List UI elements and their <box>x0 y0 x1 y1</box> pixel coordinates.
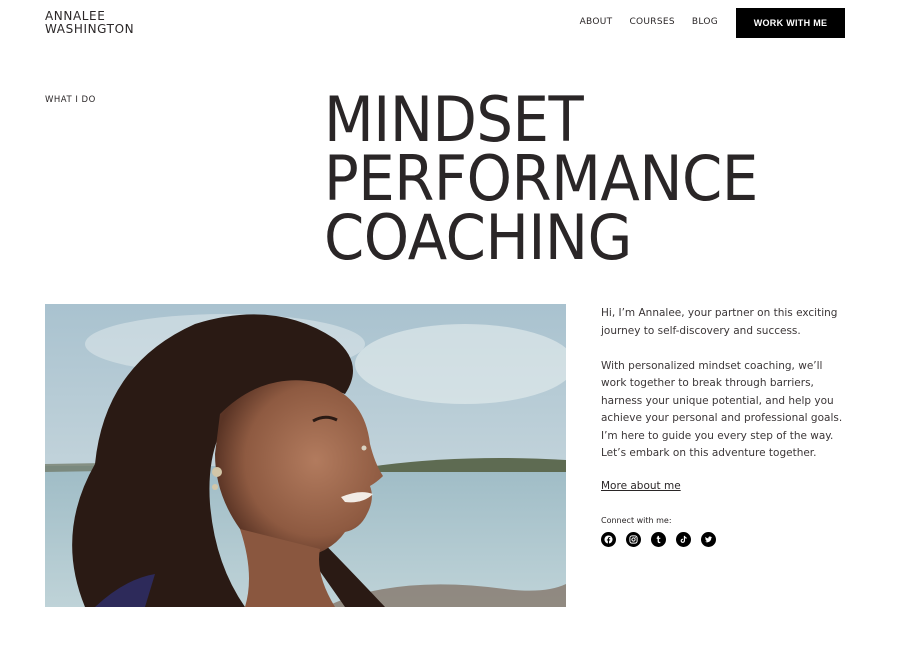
facebook-icon[interactable] <box>601 532 616 547</box>
bio-text: Hi, I’m Annalee, your partner on this ex… <box>601 305 851 480</box>
nav-blog[interactable]: BLOG <box>692 17 718 27</box>
social-links <box>601 532 716 547</box>
brand-line-2: WASHINGTON <box>45 22 135 36</box>
work-with-me-button[interactable]: WORK WITH ME <box>736 8 845 38</box>
section-eyebrow: WHAT I DO <box>45 95 96 105</box>
tumblr-icon[interactable] <box>651 532 666 547</box>
instagram-icon[interactable] <box>626 532 641 547</box>
bio-paragraph-1: Hi, I’m Annalee, your partner on this ex… <box>601 307 838 337</box>
more-about-me-link[interactable]: More about me <box>601 480 681 492</box>
tiktok-icon[interactable] <box>676 532 691 547</box>
main-nav: ABOUT COURSES BLOG <box>563 17 718 27</box>
hero-title: MINDSET PERFORMANCE COACHING <box>324 83 758 274</box>
brand-logo[interactable]: ANNALEE WASHINGTON <box>45 10 134 36</box>
hero-title-line-1: MINDSET <box>324 83 584 156</box>
connect-label: Connect with me: <box>601 516 672 525</box>
hero-title-line-2: PERFORMANCE <box>324 142 758 215</box>
hero-title-line-3: COACHING <box>324 201 632 274</box>
nav-about[interactable]: ABOUT <box>580 17 613 27</box>
bio-paragraph-2: With personalized mindset coaching, we’l… <box>601 359 843 460</box>
twitter-icon[interactable] <box>701 532 716 547</box>
portrait-photo <box>45 304 566 607</box>
nav-courses[interactable]: COURSES <box>629 17 674 27</box>
